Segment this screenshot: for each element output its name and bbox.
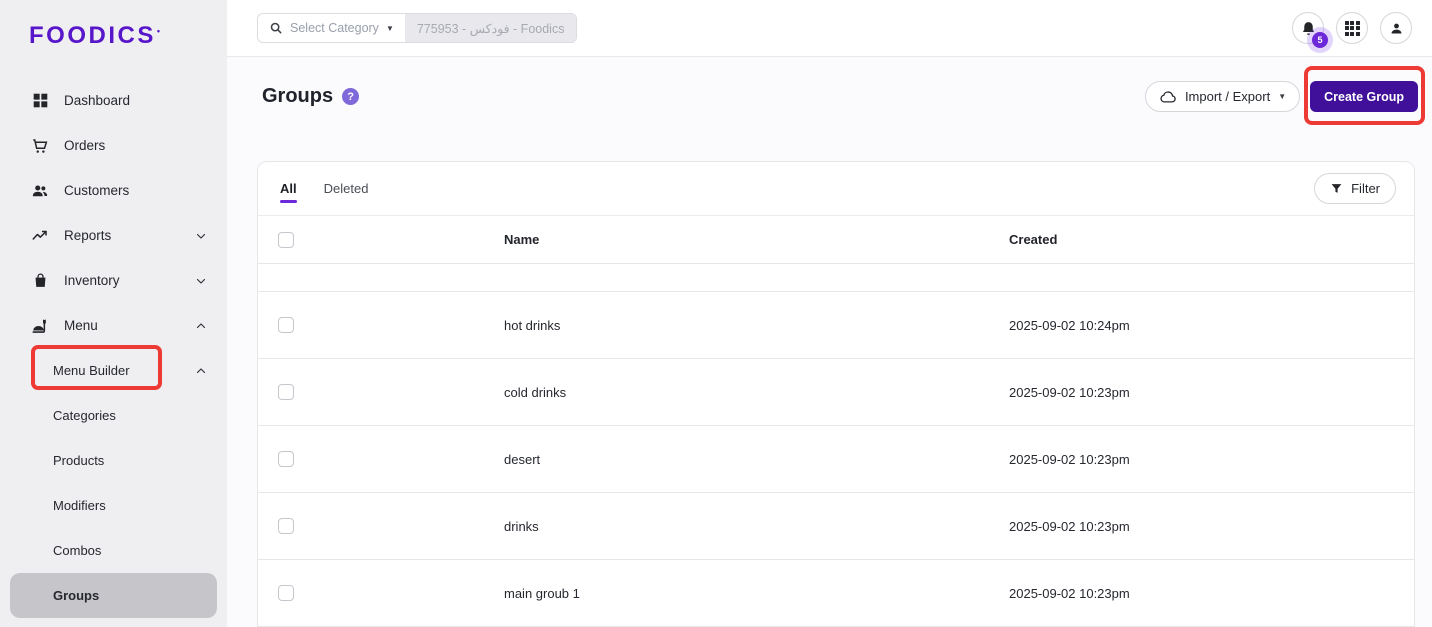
group-name: desert <box>504 452 1009 467</box>
column-header-created: Created <box>1009 232 1414 247</box>
import-export-label: Import / Export <box>1185 89 1270 104</box>
tabs-row: All Deleted Filter <box>258 162 1414 216</box>
table-row[interactable]: cold drinks 2025-09-02 10:23pm <box>258 359 1414 426</box>
sidebar-item-label: Combos <box>53 543 101 558</box>
table-row[interactable]: main groub 1 2025-09-02 10:23pm <box>258 560 1414 627</box>
search-icon <box>269 21 283 35</box>
sidebar-item-label: Menu <box>64 318 98 333</box>
filter-label: Filter <box>1351 181 1380 196</box>
row-checkbox[interactable] <box>278 451 294 467</box>
customers-icon <box>30 181 50 201</box>
row-checkbox[interactable] <box>278 518 294 534</box>
caret-down-icon: ▼ <box>386 24 394 33</box>
apps-grid-icon <box>1345 21 1360 36</box>
group-name: hot drinks <box>504 318 1009 333</box>
sidebar-item-combos[interactable]: Combos <box>0 528 227 573</box>
page-header: Groups ? Import / Export ▼ Create Group <box>227 57 1432 112</box>
topbar-icons: 5 <box>1292 12 1412 44</box>
category-selector[interactable]: Select Category ▼ <box>258 14 405 42</box>
table-row[interactable]: hot drinks 2025-09-02 10:24pm <box>258 292 1414 359</box>
group-created: 2025-09-02 10:23pm <box>1009 452 1414 467</box>
filter-icon <box>1330 182 1343 195</box>
row-checkbox[interactable] <box>278 585 294 601</box>
sidebar-item-inventory[interactable]: Inventory <box>0 258 227 303</box>
logo-mark: • <box>157 26 160 36</box>
help-icon[interactable]: ? <box>342 88 359 105</box>
sidebar-item-label: Modifiers <box>53 498 106 513</box>
account-chip-label: 775953 - فودكس - Foodics <box>417 21 565 36</box>
sidebar-item-categories[interactable]: Categories <box>0 393 227 438</box>
sidebar-item-customers[interactable]: Customers <box>0 168 227 213</box>
tab-label: All <box>280 181 297 196</box>
groups-card: All Deleted Filter Name Created <box>257 161 1415 627</box>
dashboard-icon <box>30 91 50 111</box>
sidebar-item-label: Orders <box>64 138 105 153</box>
reports-icon <box>30 226 50 246</box>
group-created: 2025-09-02 10:23pm <box>1009 586 1414 601</box>
group-created: 2025-09-02 10:24pm <box>1009 318 1414 333</box>
page-title: Groups <box>262 85 333 108</box>
cloud-icon <box>1159 90 1177 104</box>
group-created: 2025-09-02 10:23pm <box>1009 385 1414 400</box>
sidebar-item-label: Groups <box>53 588 99 603</box>
sidebar: FOODICS• Dashboard Orders Customers Repo… <box>0 0 227 627</box>
category-selector-placeholder: Select Category <box>290 21 379 35</box>
create-group-wrapper: Create Group <box>1310 81 1418 112</box>
cart-icon <box>30 136 50 156</box>
sidebar-item-label: Menu Builder <box>53 363 130 378</box>
header-actions: Import / Export ▼ Create Group <box>1145 81 1418 112</box>
menu-icon <box>30 316 50 336</box>
chevron-up-icon <box>195 320 207 332</box>
group-name: drinks <box>504 519 1009 534</box>
import-export-button[interactable]: Import / Export ▼ <box>1145 81 1300 112</box>
chevron-up-icon <box>195 365 207 377</box>
group-name: cold drinks <box>504 385 1009 400</box>
sidebar-item-products[interactable]: Products <box>0 438 227 483</box>
row-checkbox[interactable] <box>278 384 294 400</box>
sidebar-item-modifiers[interactable]: Modifiers <box>0 483 227 528</box>
sidebar-item-label: Dashboard <box>64 93 130 108</box>
sidebar-item-label: Categories <box>53 408 116 423</box>
table-row[interactable]: drinks 2025-09-02 10:23pm <box>258 493 1414 560</box>
filter-button[interactable]: Filter <box>1314 173 1396 204</box>
sidebar-item-label: Reports <box>64 228 111 243</box>
select-all-checkbox[interactable] <box>278 232 294 248</box>
table-row-partial[interactable] <box>258 264 1414 292</box>
tab-deleted[interactable]: Deleted <box>324 162 369 216</box>
tab-all[interactable]: All <box>280 162 297 216</box>
notifications-badge: 5 <box>1312 32 1328 48</box>
table-row[interactable]: desert 2025-09-02 10:23pm <box>258 426 1414 493</box>
table-body: hot drinks 2025-09-02 10:24pm cold drink… <box>258 264 1414 627</box>
table-header: Name Created <box>258 216 1414 264</box>
sidebar-item-menu[interactable]: Menu <box>0 303 227 348</box>
sidebar-item-label: Inventory <box>64 273 120 288</box>
chevron-down-icon <box>195 275 207 287</box>
caret-down-icon: ▼ <box>1278 92 1286 101</box>
apps-button[interactable] <box>1336 12 1368 44</box>
foodics-logo[interactable]: FOODICS• <box>29 22 160 50</box>
column-header-name: Name <box>504 232 1009 247</box>
sidebar-nav: Dashboard Orders Customers Reports <box>0 78 227 618</box>
sidebar-item-label: Customers <box>64 183 129 198</box>
account-button[interactable] <box>1380 12 1412 44</box>
chevron-down-icon <box>195 230 207 242</box>
tab-label: Deleted <box>324 181 369 196</box>
sidebar-item-reports[interactable]: Reports <box>0 213 227 258</box>
user-icon <box>1388 20 1405 37</box>
group-created: 2025-09-02 10:23pm <box>1009 519 1414 534</box>
row-checkbox[interactable] <box>278 317 294 333</box>
sidebar-item-label: Products <box>53 453 104 468</box>
global-search: Select Category ▼ 775953 - فودكس - Foodi… <box>257 13 577 43</box>
account-chip[interactable]: 775953 - فودكس - Foodics <box>405 14 577 42</box>
topbar: Select Category ▼ 775953 - فودكس - Foodi… <box>227 0 1432 57</box>
inventory-icon <box>30 271 50 291</box>
main-content: Groups ? Import / Export ▼ Create Group … <box>227 57 1432 627</box>
sidebar-item-dashboard[interactable]: Dashboard <box>0 78 227 123</box>
sidebar-item-orders[interactable]: Orders <box>0 123 227 168</box>
sidebar-item-menu-builder[interactable]: Menu Builder <box>0 348 227 393</box>
create-group-button[interactable]: Create Group <box>1310 81 1418 112</box>
sidebar-item-groups[interactable]: Groups <box>10 573 217 618</box>
notifications-button[interactable]: 5 <box>1292 12 1324 44</box>
group-name: main groub 1 <box>504 586 1009 601</box>
